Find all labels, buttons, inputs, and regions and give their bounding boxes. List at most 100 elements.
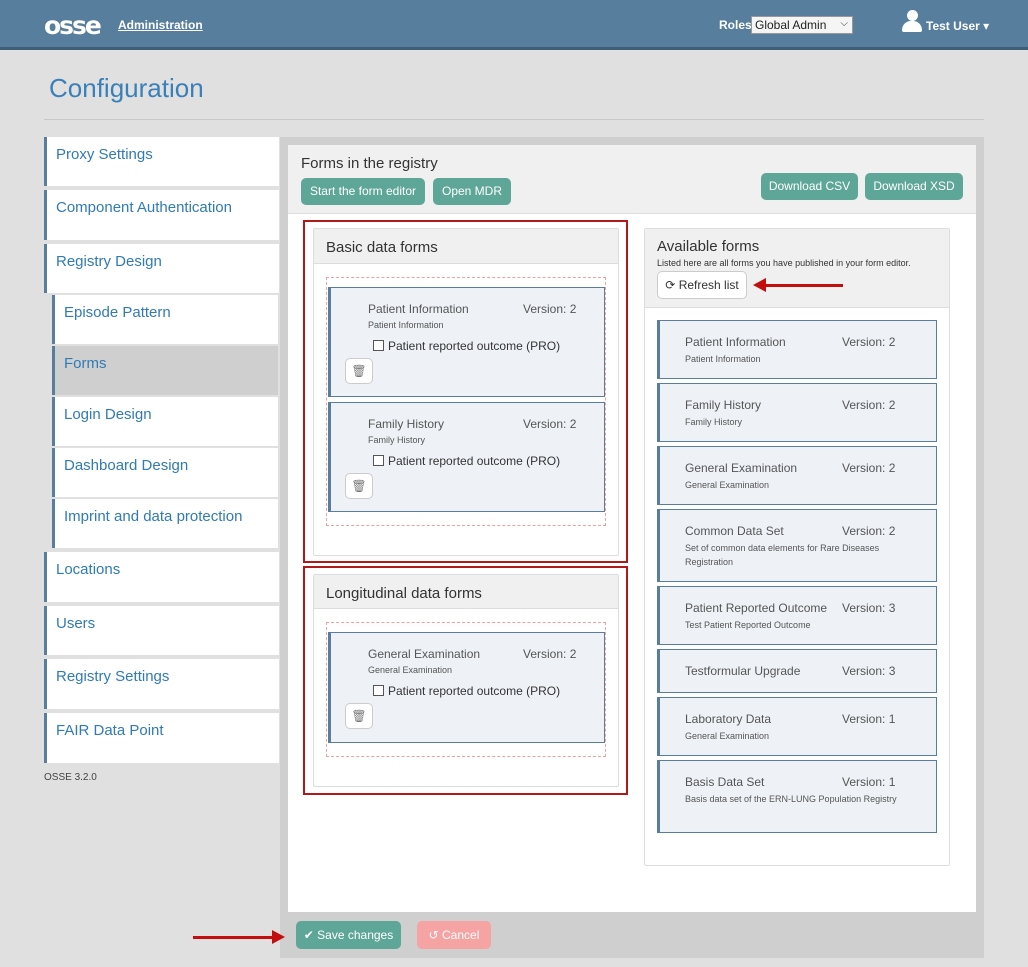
refresh-list-button[interactable]: ⟳ Refresh list bbox=[657, 271, 747, 299]
download-csv-button[interactable]: Download CSV bbox=[761, 173, 858, 200]
cancel-label: Cancel bbox=[442, 928, 480, 942]
form-description: Test Patient Reported Outcome bbox=[685, 620, 811, 630]
pro-checkbox[interactable]: Patient reported outcome (PRO) bbox=[373, 684, 560, 698]
download-xsd-button[interactable]: Download XSD bbox=[865, 173, 963, 200]
form-version: Version: 3 bbox=[842, 664, 896, 678]
checkbox-icon[interactable] bbox=[373, 340, 384, 351]
form-name: Basis Data Set bbox=[685, 775, 765, 789]
form-version: Version: 2 bbox=[523, 302, 577, 316]
sidebar-item-users[interactable]: Users bbox=[44, 606, 279, 655]
available-form-card[interactable]: Testformular Upgrade Version: 3 bbox=[657, 649, 937, 693]
cancel-button[interactable]: ↺ Cancel bbox=[417, 921, 491, 949]
refresh-icon: ⟳ bbox=[665, 278, 676, 292]
form-name: Patient Reported Outcome bbox=[685, 601, 828, 615]
pro-checkbox-label: Patient reported outcome (PRO) bbox=[388, 684, 561, 698]
sidebar-item-dashboard-design[interactable]: Dashboard Design bbox=[52, 448, 278, 497]
form-name: Common Data Set bbox=[685, 524, 784, 538]
start-form-editor-button[interactable]: Start the form editor bbox=[301, 178, 425, 205]
sidebar-item-label: Imprint and data protection bbox=[64, 508, 243, 525]
sidebar-item-label: Registry Settings bbox=[56, 668, 170, 685]
open-mdr-button[interactable]: Open MDR bbox=[433, 178, 511, 205]
sidebar-item-label: Episode Pattern bbox=[64, 304, 171, 321]
page-title: Configuration bbox=[49, 73, 204, 103]
available-form-card[interactable]: Common Data Set Version: 2 Set of common… bbox=[657, 509, 937, 582]
form-description: General Examination bbox=[368, 665, 453, 675]
form-version: Version: 2 bbox=[842, 398, 896, 412]
sidebar-item-label: Registry Design bbox=[56, 253, 162, 270]
osse-logo[interactable]: osse bbox=[44, 11, 102, 40]
roles-selected-value: Global Admin bbox=[755, 18, 827, 32]
form-description: Patient Information bbox=[368, 320, 444, 330]
chevron-down-icon: ⌵ bbox=[840, 18, 848, 29]
roles-select[interactable]: Global Admin ⌵ bbox=[751, 16, 853, 34]
save-changes-button[interactable]: ✔ Save changes bbox=[296, 921, 401, 949]
form-name: General Examination bbox=[685, 461, 798, 475]
trash-icon[interactable]: 🗑 bbox=[345, 358, 373, 384]
sidebar-item-label: Component Authentication bbox=[56, 199, 232, 216]
user-icon bbox=[902, 10, 922, 32]
refresh-list-label: Refresh list bbox=[678, 278, 739, 292]
sidebar-item-registry-design[interactable]: Registry Design bbox=[44, 244, 279, 293]
form-description: Set of common data elements for Rare Dis… bbox=[685, 543, 880, 567]
pro-checkbox[interactable]: Patient reported outcome (PRO) bbox=[373, 454, 560, 468]
caret-down-icon: ▾ bbox=[983, 19, 990, 33]
sidebar-item-forms[interactable]: Forms bbox=[52, 346, 278, 395]
form-version: Version: 2 bbox=[523, 647, 577, 661]
user-name: Test User bbox=[926, 19, 980, 33]
form-version: Version: 1 bbox=[842, 775, 896, 789]
sidebar-item-imprint[interactable]: Imprint and data protection bbox=[52, 499, 278, 548]
form-card-family-history[interactable]: Family History Version: 2 Family History… bbox=[328, 402, 605, 512]
form-description: Family History bbox=[685, 417, 743, 427]
sidebar-item-label: Users bbox=[56, 615, 96, 632]
sidebar-item-label: FAIR Data Point bbox=[56, 722, 164, 739]
form-version: Version: 2 bbox=[523, 417, 577, 431]
form-version: Version: 3 bbox=[842, 601, 896, 615]
basic-forms-title: Basic data forms bbox=[314, 229, 618, 264]
pro-checkbox-label: Patient reported outcome (PRO) bbox=[388, 454, 561, 468]
available-forms-subtitle: Listed here are all forms you have publi… bbox=[657, 258, 911, 268]
sidebar-item-label: Proxy Settings bbox=[56, 146, 153, 163]
check-icon: ✔ bbox=[303, 928, 314, 942]
sidebar-item-locations[interactable]: Locations bbox=[44, 552, 279, 602]
checkbox-icon[interactable] bbox=[373, 455, 384, 466]
form-name: Family History bbox=[685, 398, 762, 412]
form-card-general-examination[interactable]: General Examination Version: 2 General E… bbox=[328, 632, 605, 743]
sidebar-item-label: Login Design bbox=[64, 406, 152, 423]
pro-checkbox-label: Patient reported outcome (PRO) bbox=[388, 339, 561, 353]
sidebar-item-fair-data-point[interactable]: FAIR Data Point bbox=[44, 713, 279, 763]
form-description: Basis data set of the ERN-LUNG Populatio… bbox=[685, 794, 897, 804]
sidebar-item-label: Dashboard Design bbox=[64, 457, 189, 474]
pro-checkbox[interactable]: Patient reported outcome (PRO) bbox=[373, 339, 560, 353]
sidebar-item-proxy-settings[interactable]: Proxy Settings bbox=[44, 137, 279, 186]
trash-icon[interactable]: 🗑 bbox=[345, 473, 373, 499]
available-form-card[interactable]: Patient Reported Outcome Version: 3 Test… bbox=[657, 586, 937, 645]
form-card-patient-information[interactable]: Patient Information Version: 2 Patient I… bbox=[328, 287, 605, 397]
main-title: Forms in the registry bbox=[301, 155, 438, 172]
roles-label: Roles bbox=[719, 18, 752, 32]
divider bbox=[44, 119, 984, 120]
trash-icon[interactable]: 🗑 bbox=[345, 703, 373, 729]
sidebar-item-component-authentication[interactable]: Component Authentication bbox=[44, 190, 279, 240]
annotation-arrow-left bbox=[753, 278, 843, 292]
form-description: Family History bbox=[368, 435, 426, 445]
available-form-card[interactable]: Patient Information Version: 2 Patient I… bbox=[657, 320, 937, 379]
form-description: Patient Information bbox=[685, 354, 761, 364]
form-name: Patient Information bbox=[368, 302, 469, 316]
available-form-card[interactable]: General Examination Version: 2 General E… bbox=[657, 446, 937, 505]
top-navbar: osse Administration Roles Global Admin ⌵… bbox=[0, 0, 1028, 50]
form-name: Laboratory Data bbox=[685, 712, 772, 726]
form-version: Version: 1 bbox=[842, 712, 896, 726]
sidebar-item-label: Locations bbox=[56, 561, 121, 578]
sidebar-item-episode-pattern[interactable]: Episode Pattern bbox=[52, 295, 278, 344]
checkbox-icon[interactable] bbox=[373, 685, 384, 696]
form-version: Version: 2 bbox=[842, 461, 896, 475]
undo-icon: ↺ bbox=[428, 928, 439, 942]
sidebar-item-login-design[interactable]: Login Design bbox=[52, 397, 278, 446]
form-name: Testformular Upgrade bbox=[685, 664, 801, 678]
available-form-card[interactable]: Laboratory Data Version: 1 General Exami… bbox=[657, 697, 937, 756]
form-name: General Examination bbox=[368, 647, 481, 661]
available-form-card[interactable]: Basis Data Set Version: 1 Basis data set… bbox=[657, 760, 937, 833]
available-form-card[interactable]: Family History Version: 2 Family History bbox=[657, 383, 937, 442]
administration-link[interactable]: Administration bbox=[118, 18, 203, 32]
sidebar-item-registry-settings[interactable]: Registry Settings bbox=[44, 659, 279, 709]
